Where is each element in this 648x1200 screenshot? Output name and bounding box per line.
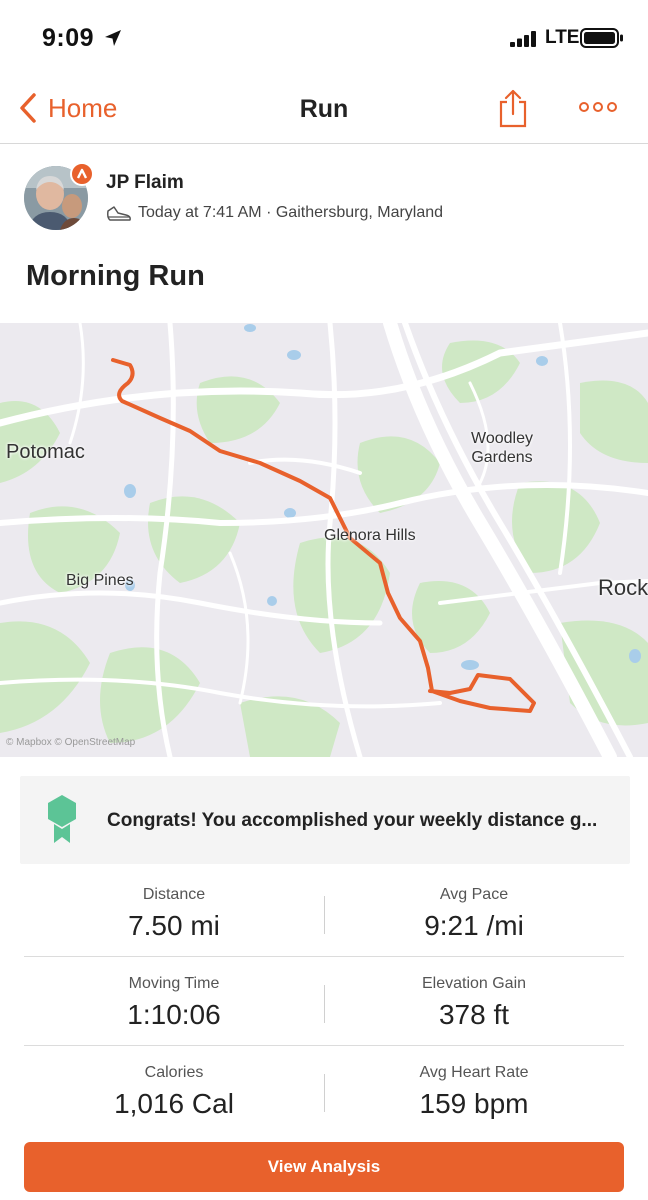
stat-calories: Calories 1,016 Cal	[24, 1046, 324, 1135]
status-bar: 9:09 LTE	[0, 0, 648, 76]
stats-row: Distance 7.50 mi Avg Pace 9:21 /mi	[24, 868, 624, 957]
stat-value: 7.50 mi	[128, 910, 220, 941]
more-options-button[interactable]	[578, 100, 618, 119]
stats-row: Calories 1,016 Cal Avg Heart Rate 159 bp…	[24, 1046, 624, 1135]
stat-avg-pace: Avg Pace 9:21 /mi	[324, 868, 624, 957]
status-time: 9:09	[42, 24, 95, 52]
stat-label: Moving Time	[128, 975, 220, 992]
stat-label: Calories	[144, 1064, 204, 1081]
stat-label: Distance	[142, 886, 206, 903]
stat-value: 9:21 /mi	[424, 910, 524, 941]
strava-logo-icon	[76, 168, 88, 179]
stats-grid: Distance 7.50 mi Avg Pace 9:21 /mi Movin…	[24, 868, 624, 1135]
view-analysis-button[interactable]: View Analysis	[24, 1142, 624, 1192]
athlete-name[interactable]: JP Flaim	[106, 172, 184, 194]
share-button[interactable]	[498, 88, 528, 133]
stat-label: Avg Pace	[439, 886, 509, 903]
more-icon	[579, 102, 617, 112]
nav-bar: Home Run	[0, 76, 648, 144]
stats-row: Moving Time 1:10:06 Elevation Gain 378 f…	[24, 957, 624, 1046]
athlete-header: JP Flaim Today at 7:41 AM · Gaithersburg…	[24, 162, 624, 236]
map-label-glenora-hills: Glenora Hills	[324, 527, 416, 544]
map-label-potomac: Potomac	[6, 441, 85, 463]
goal-card[interactable]: Congrats! You accomplished your weekly d…	[20, 776, 630, 864]
shoe-icon	[107, 206, 131, 221]
badge-ribbon-icon	[48, 795, 76, 843]
stat-elevation-gain: Elevation Gain 378 ft	[324, 957, 624, 1046]
map-label-big-pines: Big Pines	[66, 572, 134, 589]
network-label: LTE	[545, 27, 580, 48]
activity-title: Morning Run	[26, 260, 205, 292]
page-title: Run	[299, 95, 349, 123]
stat-value: 378 ft	[438, 999, 510, 1030]
stat-avg-heart-rate: Avg Heart Rate 159 bpm	[324, 1046, 624, 1135]
map-attribution[interactable]: © Mapbox © OpenStreetMap	[6, 737, 135, 748]
subscriber-badge	[70, 162, 94, 186]
goal-message: Congrats! You accomplished your weekly d…	[107, 810, 598, 831]
battery-icon	[580, 28, 623, 48]
stat-label: Elevation Gain	[421, 975, 527, 992]
signal-icon	[510, 31, 536, 47]
route-map[interactable]: Potomac Woodley Gardens Glenora Hills Bi…	[0, 323, 648, 757]
stat-label: Avg Heart Rate	[419, 1064, 529, 1081]
map-label-woodley-gardens: Woodley Gardens	[471, 430, 533, 466]
stat-value: 1,016 Cal	[114, 1088, 234, 1119]
activity-meta: Today at 7:41 AM · Gaithersburg, Marylan…	[138, 204, 444, 221]
location-arrow-icon	[105, 30, 121, 46]
stat-distance: Distance 7.50 mi	[24, 868, 324, 957]
map-label-rock: Rock	[598, 575, 648, 600]
share-icon	[499, 89, 527, 128]
stat-moving-time: Moving Time 1:10:06	[24, 957, 324, 1046]
stat-value: 1:10:06	[127, 999, 221, 1030]
stat-value: 159 bpm	[419, 1088, 529, 1119]
